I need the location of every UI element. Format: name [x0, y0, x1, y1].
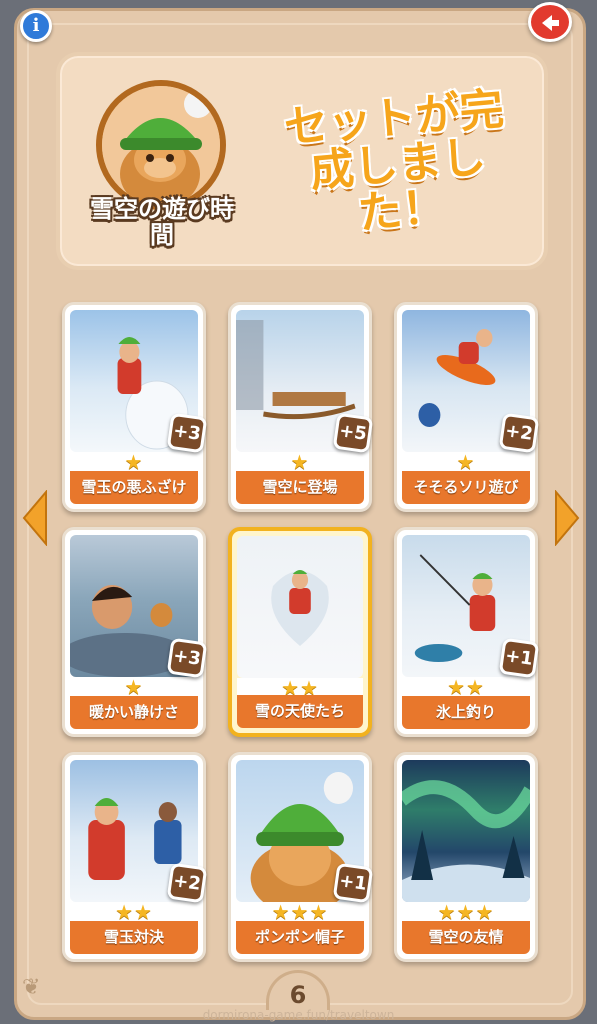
card-duplicate-count: +5 — [332, 412, 374, 454]
collection-card[interactable]: ★ 雪空に登場 +5 — [228, 302, 374, 512]
card-stars: ★★★ — [402, 902, 530, 922]
info-button[interactable]: i — [20, 10, 52, 42]
card-title: 暖かい静けさ — [70, 696, 198, 729]
card-title: 雪玉の悪ふざけ — [70, 471, 198, 504]
card-stars: ★ — [70, 452, 198, 472]
collection-card[interactable]: ★★ 雪の天使たち — [228, 527, 372, 737]
card-title: 氷上釣り — [402, 696, 530, 729]
collection-card[interactable]: ★ そそるソリ遊び +2 — [394, 302, 540, 512]
card-stars: ★ — [70, 677, 198, 697]
prev-page-button[interactable] — [20, 490, 50, 546]
set-name: 雪空の遊び時間 — [90, 195, 234, 249]
back-arrow-icon — [542, 15, 559, 31]
card-title: 雪空に登場 — [236, 471, 364, 504]
set-complete-title: セットが完 成しまし た！ — [262, 84, 533, 245]
set-complete-banner: 雪空の遊び時間 セットが完 成しまし た！ — [56, 52, 548, 270]
back-button[interactable] — [528, 2, 572, 42]
next-page-button[interactable] — [552, 490, 582, 546]
card-title: 雪の天使たち — [237, 695, 363, 728]
info-icon: i — [32, 15, 40, 36]
card-title: ポンポン帽子 — [236, 921, 364, 954]
card-stars: ★★★ — [236, 902, 364, 922]
card-duplicate-count: +2 — [166, 862, 208, 904]
card-art — [402, 760, 530, 902]
watermark: dormirona-game.fun/traveltown — [202, 1008, 395, 1022]
card-stars: ★★ — [70, 902, 198, 922]
card-duplicate-count: +1 — [498, 637, 540, 679]
card-duplicate-count: +2 — [498, 412, 540, 454]
card-title: 雪玉対決 — [70, 921, 198, 954]
card-stars: ★ — [402, 452, 530, 472]
holly-icon: ❦ — [22, 975, 41, 1000]
chevron-left-icon — [22, 490, 47, 546]
set-badge — [96, 80, 226, 210]
card-duplicate-count: +1 — [332, 862, 374, 904]
card-art — [237, 536, 363, 678]
card-duplicate-count: +3 — [166, 637, 208, 679]
collection-card[interactable]: ★★★ ポンポン帽子 +1 — [228, 752, 374, 962]
chevron-right-icon — [555, 490, 580, 546]
card-stars: ★★ — [402, 677, 530, 697]
monkey-hat-icon — [102, 86, 220, 204]
collection-card[interactable]: ★ 暖かい静けさ +3 — [62, 527, 208, 737]
card-stars: ★ — [236, 452, 364, 472]
card-title: 雪空の友情 — [402, 921, 530, 954]
collection-card[interactable]: ★★★ 雪空の友情 — [394, 752, 538, 962]
collection-card[interactable]: ★★ 氷上釣り +1 — [394, 527, 540, 737]
card-title: そそるソリ遊び — [402, 471, 530, 504]
collection-card[interactable]: ★★ 雪玉対決 +2 — [62, 752, 208, 962]
card-duplicate-count: +3 — [166, 412, 208, 454]
collection-card[interactable]: ★ 雪玉の悪ふざけ +3 — [62, 302, 208, 512]
